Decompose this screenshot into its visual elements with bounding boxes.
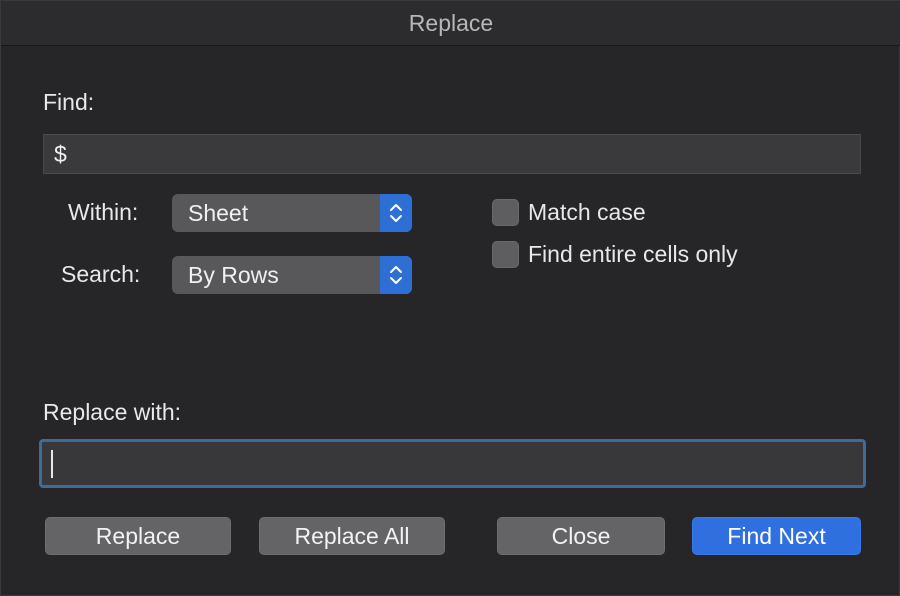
search-select-value: By Rows (188, 262, 279, 288)
close-button[interactable]: Close (497, 517, 665, 555)
match-case-checkbox[interactable] (492, 199, 519, 226)
within-select-value: Sheet (188, 200, 249, 226)
entire-cells-checkbox[interactable] (492, 241, 519, 268)
chevron-updown-icon (380, 256, 412, 294)
within-label: Within: (68, 199, 139, 225)
match-case-label: Match case (528, 199, 646, 225)
find-label: Find: (43, 89, 95, 115)
find-input[interactable]: $ (43, 134, 861, 174)
within-select[interactable]: Sheet (172, 194, 412, 232)
find-next-button[interactable]: Find Next (692, 517, 861, 555)
search-select[interactable]: By Rows (172, 256, 412, 294)
replace-dialog: Replace Find: $ Within: Sheet Search: By… (0, 0, 900, 596)
entire-cells-label: Find entire cells only (528, 241, 738, 267)
replace-all-button[interactable]: Replace All (259, 517, 445, 555)
replace-with-label: Replace with: (43, 399, 182, 425)
chevron-updown-icon (380, 194, 412, 232)
replace-button[interactable]: Replace (45, 517, 231, 555)
replace-with-input[interactable] (39, 439, 866, 488)
dialog-title: Replace (1, 1, 900, 46)
search-label: Search: (61, 261, 141, 287)
text-caret (51, 450, 53, 478)
